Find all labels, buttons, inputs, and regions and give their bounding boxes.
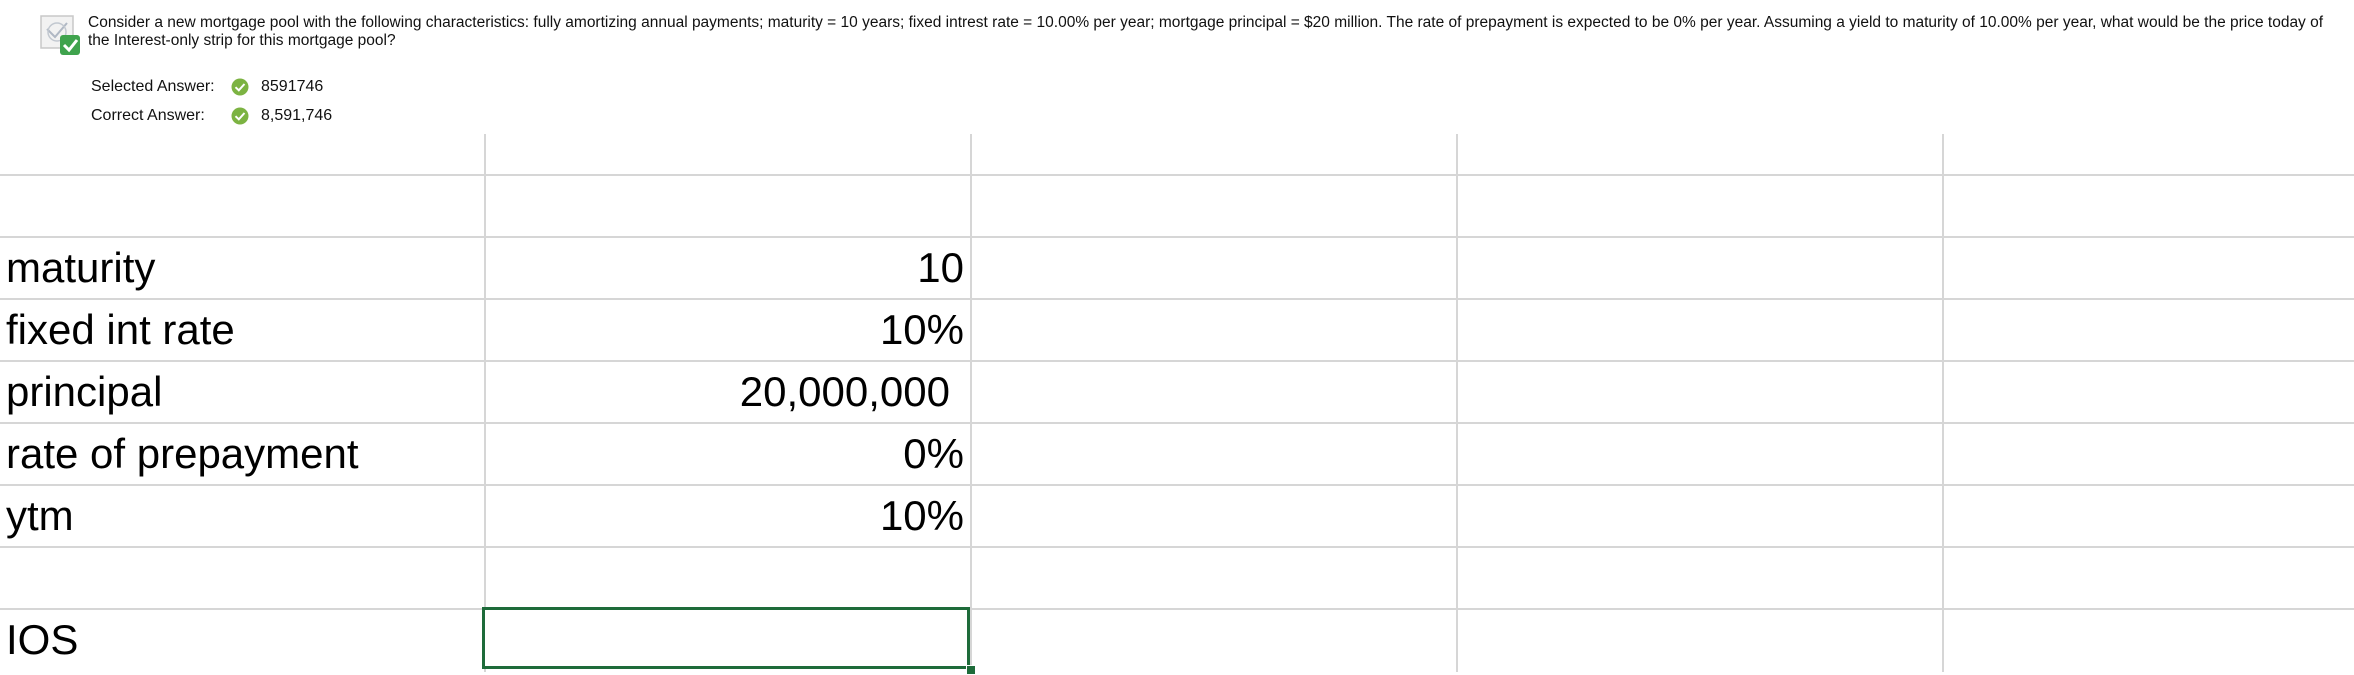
row-divider — [0, 484, 2354, 486]
row-divider — [0, 422, 2354, 424]
row-divider — [0, 298, 2354, 300]
cell-label-fixed-int-rate[interactable]: fixed int rate — [6, 307, 235, 353]
column-divider — [484, 134, 486, 672]
selected-answer-label: Selected Answer: — [91, 78, 215, 95]
selected-answer-value: 8591746 — [261, 78, 324, 95]
correct-answer-row: Correct Answer: 8,591,746 — [91, 104, 332, 128]
selected-cell-ios-value[interactable] — [482, 607, 970, 669]
cell-label-maturity[interactable]: maturity — [6, 245, 155, 291]
correct-answer-label: Correct Answer: — [91, 107, 205, 124]
correct-answer-value: 8,591,746 — [261, 107, 333, 124]
cell-label-rate-of-prepayment[interactable]: rate of prepayment — [6, 431, 359, 477]
cell-label-ytm[interactable]: ytm — [6, 493, 74, 539]
column-divider — [1942, 134, 1944, 672]
row-divider — [0, 174, 2354, 176]
row-divider — [0, 236, 2354, 238]
green-check-icon — [231, 107, 249, 125]
cell-value-rate-of-prepayment[interactable]: 0% — [903, 431, 964, 477]
column-divider — [1456, 134, 1458, 672]
cell-label-principal[interactable]: principal — [6, 369, 162, 415]
spreadsheet-grid[interactable]: maturity 10 fixed int rate 10% principal… — [0, 134, 2354, 675]
question-text: Consider a new mortgage pool with the fo… — [88, 14, 2324, 49]
question-correct-icon — [40, 15, 80, 55]
row-divider — [0, 546, 2354, 548]
selected-answer-row: Selected Answer: 8591746 — [91, 75, 323, 99]
cell-value-principal[interactable]: 20,000,000 — [740, 369, 950, 415]
question-block: Consider a new mortgage pool with the fo… — [0, 0, 2354, 134]
column-divider — [970, 134, 972, 672]
cell-label-ios[interactable]: IOS — [6, 617, 78, 663]
row-divider — [0, 360, 2354, 362]
row-divider — [0, 608, 2354, 610]
green-check-icon — [231, 78, 249, 96]
cell-value-ytm[interactable]: 10% — [880, 493, 964, 539]
cell-value-maturity[interactable]: 10 — [917, 245, 964, 291]
fill-handle[interactable] — [966, 665, 976, 675]
cell-value-fixed-int-rate[interactable]: 10% — [880, 307, 964, 353]
